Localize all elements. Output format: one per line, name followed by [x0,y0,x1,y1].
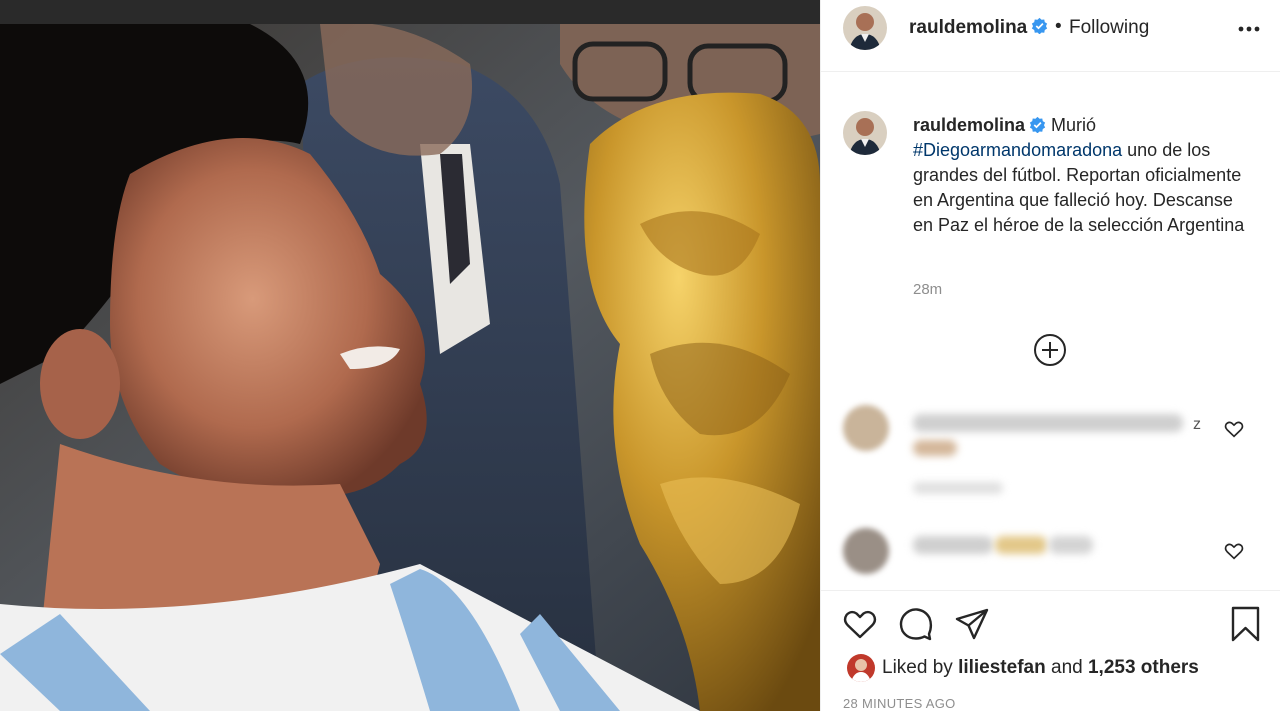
blurred-comment-text [913,536,993,554]
caption-hashtag[interactable]: #Diegoarmandomaradona [913,140,1122,160]
author-avatar[interactable] [843,6,887,50]
verified-badge-icon [1032,18,1048,35]
heart-icon[interactable] [841,605,879,643]
caption-text-start: Murió [1051,115,1097,135]
post-image [0,24,820,711]
photo-top-bar [0,0,820,24]
blurred-comment-text [913,440,957,456]
comment-like-icon[interactable] [1223,540,1245,562]
post-caption: rauldemolina Murió #Diegoarmandomaradona… [913,113,1253,238]
blurred-commenter-avatar [843,405,889,451]
post-timestamp[interactable]: 28 MINUTES AGO [843,696,956,711]
post-side-panel: rauldemolina • Following rauldemolina Mu… [820,0,1280,711]
post-action-bar [821,590,1280,711]
post-photo[interactable] [0,0,820,711]
blurred-comment-text [995,536,1047,554]
author-username[interactable]: rauldemolina [909,17,1048,39]
share-icon[interactable] [953,605,991,643]
blurred-comment-meta [913,482,1003,494]
blurred-commenter-avatar [843,528,889,574]
caption-author-avatar[interactable] [843,111,887,155]
comment-icon[interactable] [897,605,935,643]
more-options-icon[interactable] [1235,18,1263,40]
comment-partial-letter: z [1193,416,1201,433]
load-more-comments-icon[interactable] [1033,333,1067,367]
post-header: rauldemolina • Following [821,0,1280,72]
following-button[interactable]: Following [1069,17,1149,39]
separator-dot: • [1055,16,1062,37]
blurred-comment-text [913,414,1183,432]
verified-badge-icon [1029,116,1046,133]
likes-middle: and [1051,657,1083,678]
blurred-comment-text [1049,536,1093,554]
likes-others-link[interactable]: 1,253 others [1088,657,1199,678]
comment-like-icon[interactable] [1223,418,1245,440]
likes-prefix: Liked by [882,657,953,678]
liker-username[interactable]: liliestefan [958,657,1046,678]
liker-avatar[interactable] [847,654,875,682]
caption-username[interactable]: rauldemolina [913,115,1025,135]
bookmark-icon[interactable] [1227,605,1265,643]
username-text[interactable]: rauldemolina [909,17,1027,38]
likes-summary: Liked by liliestefan and 1,253 others [882,657,1199,679]
caption-time: 28m [913,281,943,298]
